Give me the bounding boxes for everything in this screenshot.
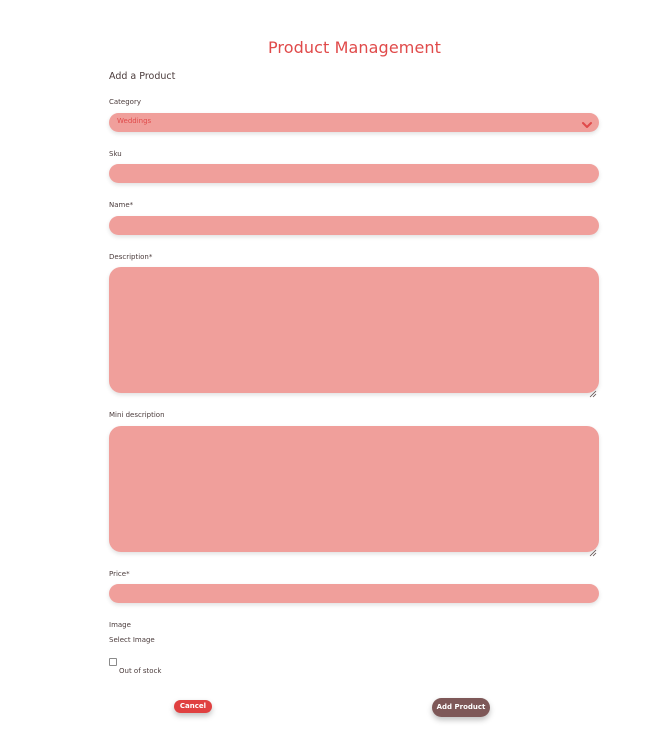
category-select[interactable]: Weddings (109, 113, 599, 132)
name-input[interactable] (109, 216, 599, 235)
sku-label: Sku (109, 150, 122, 158)
select-image-button[interactable]: Select Image (109, 636, 155, 644)
out-of-stock-checkbox[interactable] (109, 658, 117, 666)
description-label: Description* (109, 253, 153, 261)
section-title: Add a Product (109, 71, 176, 82)
image-label: Image (109, 621, 131, 629)
mini-description-label: Mini description (109, 411, 165, 419)
mini-description-textarea[interactable] (109, 426, 599, 557)
chevron-down-icon (581, 116, 593, 128)
page-title: Product Management (267, 38, 442, 57)
category-label: Category (109, 98, 141, 106)
out-of-stock-label: Out of stock (119, 667, 162, 675)
add-product-button[interactable]: Add Product (432, 698, 490, 717)
resize-handle-icon[interactable] (589, 542, 597, 557)
sku-input[interactable] (109, 164, 599, 183)
name-label: Name* (109, 201, 134, 209)
description-textarea[interactable] (109, 267, 599, 398)
price-label: Price* (109, 570, 130, 578)
cancel-button[interactable]: Cancel (174, 700, 212, 713)
price-input[interactable] (109, 584, 599, 603)
category-select-value: Weddings (117, 117, 152, 125)
resize-handle-icon[interactable] (589, 383, 597, 398)
